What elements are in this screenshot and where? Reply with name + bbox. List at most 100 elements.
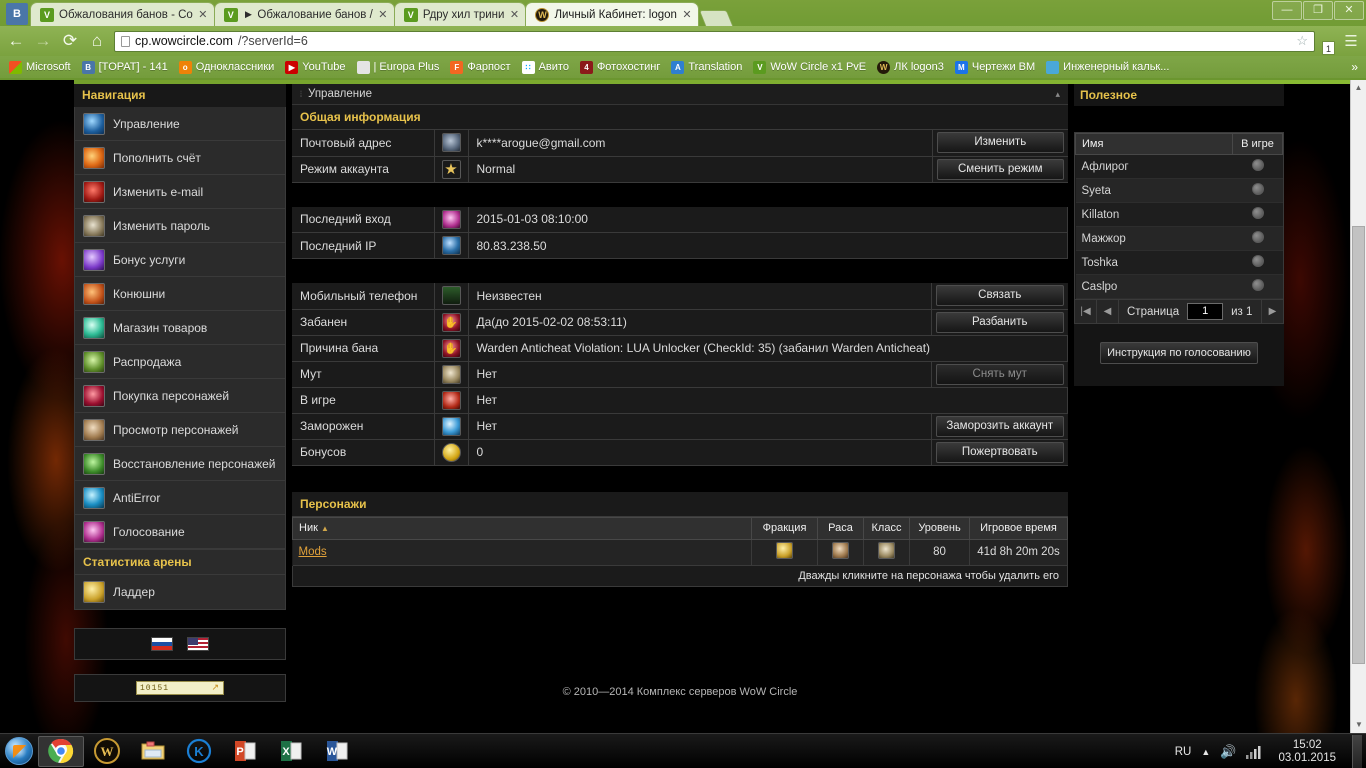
change-mode-button[interactable]: Сменить режим	[936, 158, 1064, 180]
taskbar-item-kaspersky[interactable]: K	[176, 736, 222, 767]
taskbar-item-word[interactable]: W	[314, 736, 360, 767]
unmute-button[interactable]: Снять мут	[936, 363, 1064, 385]
clock[interactable]: 15:02 03.01.2015	[1272, 739, 1342, 765]
bookmark-odnoklassniki[interactable]: o Одноклассники	[175, 60, 279, 74]
list-item[interactable]: Killaton	[1075, 202, 1283, 227]
visitor-counter[interactable]: 10151 ↗	[136, 681, 224, 695]
new-tab-button[interactable]	[698, 10, 734, 26]
donate-button[interactable]: Пожертвовать	[936, 441, 1064, 463]
bookmark-lk-logon3[interactable]: W ЛК logon3	[873, 60, 948, 74]
close-icon[interactable]: ✕	[509, 8, 519, 21]
character-nick-cell[interactable]: Mods	[292, 539, 752, 566]
tray-expand-icon[interactable]: ▲	[1201, 747, 1210, 757]
flag-us-icon[interactable]	[187, 637, 209, 651]
vote-instructions-button[interactable]: Инструкция по голосованию	[1100, 342, 1258, 364]
change-email-button[interactable]: Изменить	[936, 132, 1064, 154]
bookmark-translation[interactable]: A Translation	[667, 60, 746, 74]
column-header-nick[interactable]: Ник ▲	[292, 516, 752, 540]
home-icon[interactable]: ⌂	[87, 31, 107, 51]
language-indicator[interactable]: RU	[1175, 746, 1192, 758]
volume-icon[interactable]: 🔊	[1220, 744, 1236, 760]
freeze-account-button[interactable]: Заморозить аккаунт	[936, 415, 1064, 437]
taskbar-item-excel[interactable]: X	[268, 736, 314, 767]
scrollbar-thumb[interactable]	[1352, 226, 1365, 664]
list-item[interactable]: Афлирог	[1075, 154, 1283, 179]
browser-tab-3[interactable]: V Рдру хил трини ✕	[393, 2, 527, 26]
close-icon[interactable]: ✕	[198, 8, 208, 21]
download-badge[interactable]: 1	[1322, 41, 1335, 55]
prev-page-icon[interactable]: ◀	[1097, 299, 1119, 324]
forward-icon[interactable]: →	[33, 31, 53, 51]
bookmark-farpost[interactable]: F Фарпост	[446, 60, 514, 74]
bookmark-photohosting[interactable]: 4 Фотохостинг	[576, 60, 664, 74]
sidebar-item-topup[interactable]: Пополнить счёт	[75, 141, 285, 175]
flag-ru-icon[interactable]	[151, 637, 173, 651]
bookmark-engineer-calc[interactable]: Инженерный кальк...	[1042, 60, 1173, 74]
minimize-button[interactable]: —	[1272, 1, 1302, 20]
column-header-playtime[interactable]: Игровое время	[969, 516, 1068, 540]
column-header-race[interactable]: Раса	[817, 516, 864, 540]
scroll-down-icon[interactable]: ▼	[1351, 717, 1366, 733]
unban-button[interactable]: Разбанить	[936, 311, 1064, 333]
bookmark-chertezhi-vm[interactable]: M Чертежи ВМ	[951, 60, 1039, 74]
page-input[interactable]: 1	[1187, 303, 1224, 320]
column-header-name[interactable]: Имя	[1075, 133, 1233, 155]
next-page-icon[interactable]: ▶	[1261, 299, 1283, 324]
list-item[interactable]: Мажжор	[1075, 226, 1283, 251]
collapse-icon[interactable]: ▴	[1055, 89, 1060, 100]
bookmark-avito[interactable]: ∷ Авито	[518, 60, 573, 74]
table-row[interactable]: Mods 80 41d 8h 20m 20s	[292, 539, 1068, 566]
bookmark-europaplus[interactable]: | Europa Plus	[353, 60, 444, 74]
show-desktop-button[interactable]	[1352, 735, 1362, 768]
maximize-button[interactable]: ❐	[1303, 1, 1333, 20]
bookmark-youtube[interactable]: ▶ YouTube	[281, 60, 349, 74]
sidebar-item-change-password[interactable]: Изменить пароль	[75, 209, 285, 243]
taskbar-item-explorer[interactable]	[130, 736, 176, 767]
sidebar-item-stables[interactable]: Конюшни	[75, 277, 285, 311]
browser-tab-4[interactable]: W Личный Кабинет: logon ✕	[525, 2, 699, 26]
list-item[interactable]: Syeta	[1075, 178, 1283, 203]
sidebar-item-shop[interactable]: Магазин товаров	[75, 311, 285, 345]
close-icon[interactable]: ✕	[378, 8, 388, 21]
signal-icon[interactable]	[1246, 745, 1262, 759]
taskbar-item-wow[interactable]: W	[84, 736, 130, 767]
bookmark-microsoft[interactable]: Microsoft	[5, 60, 75, 74]
bookmarks-overflow-icon[interactable]: »	[1351, 60, 1361, 74]
sidebar-item-antierror[interactable]: AntiError	[75, 481, 285, 515]
bookmark-star-icon[interactable]: ☆	[1296, 33, 1308, 49]
sidebar-item-view-character[interactable]: Просмотр персонажей	[75, 413, 285, 447]
list-item[interactable]: Caslpo	[1075, 274, 1283, 299]
sidebar-item-label: Изменить e-mail	[113, 184, 204, 199]
browser-tab-2[interactable]: V ► Обжалование банов / ✕	[213, 2, 395, 26]
sidebar-item-ladder[interactable]: Ладдер	[75, 575, 285, 609]
column-header-faction[interactable]: Фракция	[751, 516, 818, 540]
hamburger-menu-icon[interactable]: ☰	[1342, 32, 1360, 50]
taskbar-item-powerpoint[interactable]: P	[222, 736, 268, 767]
list-item[interactable]: Toshka	[1075, 250, 1283, 275]
reload-icon[interactable]: ⟳	[60, 31, 80, 51]
sidebar-item-restore-character[interactable]: Восстановление персонажей	[75, 447, 285, 481]
close-window-button[interactable]: ✕	[1334, 1, 1364, 20]
sidebar-item-sale[interactable]: Распродажа	[75, 345, 285, 379]
first-page-icon[interactable]: |◀	[1075, 299, 1097, 324]
column-header-ingame[interactable]: В игре	[1232, 133, 1283, 155]
column-header-class[interactable]: Класс	[863, 516, 910, 540]
bookmark-topat[interactable]: В [TOPAT] - 141	[78, 60, 172, 74]
page-scrollbar[interactable]: ▲ ▼	[1350, 80, 1366, 733]
scroll-up-icon[interactable]: ▲	[1351, 80, 1366, 96]
back-icon[interactable]: ←	[6, 31, 26, 51]
sidebar-item-vote[interactable]: Голосование	[75, 515, 285, 549]
sidebar-item-management[interactable]: Управление	[75, 107, 285, 141]
column-header-level[interactable]: Уровень	[909, 516, 970, 540]
close-icon[interactable]: ✕	[682, 8, 692, 21]
sidebar-item-buy-character[interactable]: Покупка персонажей	[75, 379, 285, 413]
character-link[interactable]: Mods	[299, 546, 327, 558]
sidebar-item-bonus-services[interactable]: Бонус услуги	[75, 243, 285, 277]
link-phone-button[interactable]: Связать	[936, 285, 1064, 307]
start-button[interactable]	[0, 735, 38, 768]
browser-tab-1[interactable]: V Обжалования банов - Со ✕	[30, 2, 215, 26]
sidebar-item-change-email[interactable]: Изменить e-mail	[75, 175, 285, 209]
address-bar[interactable]: cp.wowcircle.com /?serverId=6 ☆	[114, 30, 1315, 52]
bookmark-wowcircle-x1[interactable]: V WoW Circle x1 PvE	[749, 60, 870, 74]
taskbar-item-chrome[interactable]	[38, 735, 84, 767]
